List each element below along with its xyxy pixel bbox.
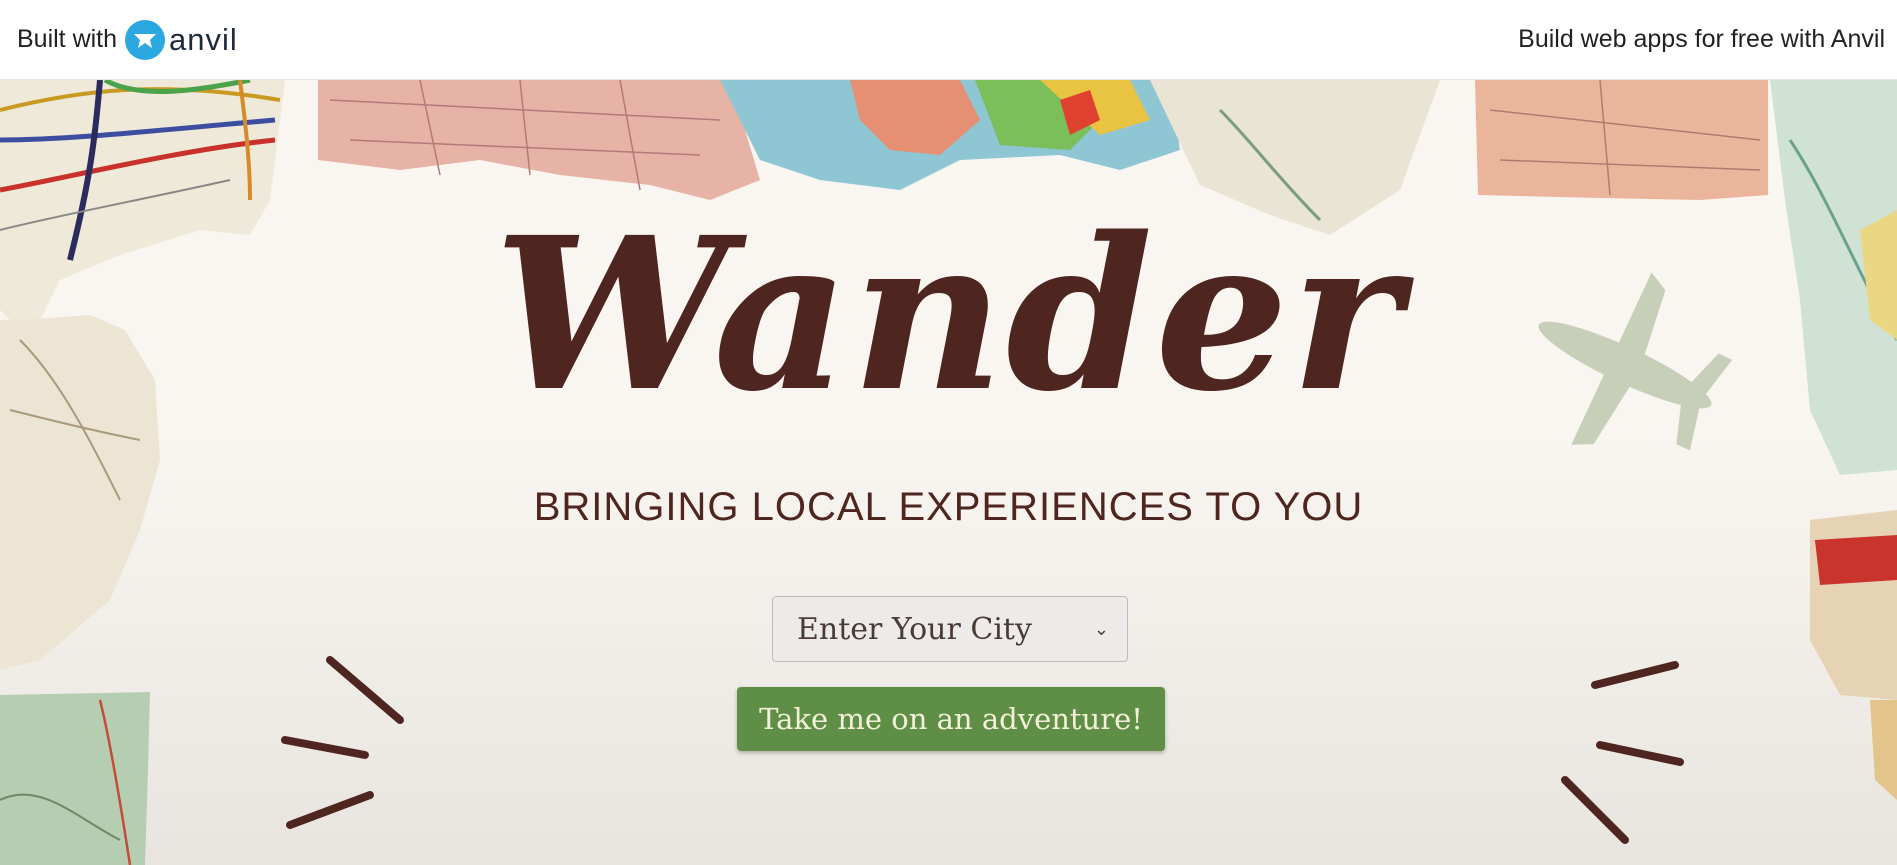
built-with-anvil[interactable]: Built with anvil: [17, 19, 238, 60]
city-select-value: Enter Your City: [797, 611, 1032, 647]
page-subtitle: BRINGING LOCAL EXPERIENCES TO YOU: [533, 485, 1364, 529]
city-select[interactable]: Enter Your City ⌄: [772, 596, 1128, 662]
anvil-logo: anvil: [125, 19, 238, 60]
adventure-button[interactable]: Take me on an adventure!: [737, 687, 1165, 751]
brush-strokes-right: [1561, 661, 1684, 844]
build-free-link[interactable]: Build web apps for free with Anvil: [1518, 25, 1885, 54]
top-bar: Built with anvil Build web apps for free…: [0, 0, 1897, 80]
anvil-logo-icon: [125, 19, 166, 60]
built-with-label: Built with: [17, 25, 118, 53]
anvil-wordmark: anvil: [169, 21, 238, 57]
chevron-down-icon: ⌄: [1093, 618, 1109, 640]
page-title: Wander: [493, 191, 1404, 438]
brush-strokes-left: [281, 656, 404, 829]
